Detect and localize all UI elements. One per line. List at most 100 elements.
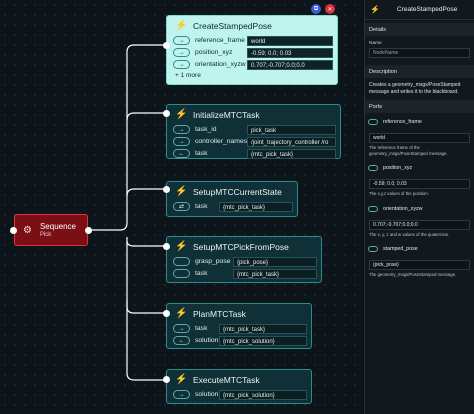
port-in-icon <box>368 205 378 212</box>
wire-to-current <box>126 188 167 197</box>
sidebar-port-stamped-pose: stamped_pose <box>365 246 474 252</box>
bolt-icon: ⚡ <box>175 374 188 385</box>
properties-sidebar: ⚡ CreateStampedPose Details Name NodeNam… <box>364 0 474 414</box>
port-task[interactable]: ← task {mtc_pick_task} <box>167 148 340 159</box>
port-value-field[interactable]: 0.707;-0.707;0.0;0.0 <box>247 59 333 70</box>
name-input[interactable]: NodeName <box>369 48 470 58</box>
init-input-handle[interactable] <box>163 110 170 117</box>
current-input-handle[interactable] <box>163 186 170 193</box>
port-empty-icon <box>173 269 190 278</box>
bolt-icon: ⚡ <box>370 5 380 14</box>
wire-to-create <box>91 44 167 231</box>
port-name: task <box>195 150 208 157</box>
port-task[interactable]: task {mtc_pick_task} <box>167 268 321 279</box>
node-header: ⚡ CreateStampedPose <box>167 16 337 35</box>
bolt-icon: ⚡ <box>175 109 188 120</box>
behavior-tree-canvas[interactable]: ⚙ Sequence Pick ⚡ CreateStampedPose → re… <box>0 0 364 414</box>
node-create-stamped-pose[interactable]: ⚡ CreateStampedPose → reference_frame wo… <box>166 15 338 85</box>
sidebar-port-name: stamped_pose <box>383 246 418 252</box>
node-plan-mtc-task[interactable]: ⚡ PlanMTCTask → task {mtc_pick_task} ← s… <box>166 303 312 349</box>
port-out-icon: ← <box>173 336 190 345</box>
port-solution[interactable]: → solution {mtc_pick_solution} <box>167 389 311 400</box>
port-grasp-pose[interactable]: grasp_pose {pick_pose} <box>167 256 321 267</box>
port-out-icon: ← <box>173 149 190 158</box>
node-title: InitializeMTCTask <box>193 109 260 120</box>
port-value-field[interactable]: world <box>247 35 333 46</box>
port-name: task_id <box>195 126 217 133</box>
sidebar-port-value-input[interactable]: {pick_pose} <box>369 260 470 270</box>
wire-to-init <box>126 112 167 121</box>
sidebar-header: ⚡ CreateStampedPose <box>365 0 474 20</box>
ports-section-header[interactable]: Ports <box>365 100 474 113</box>
port-value-field[interactable]: {mtc_pick_solution} <box>219 335 307 346</box>
port-empty-icon <box>173 257 190 266</box>
sequence-output-handle[interactable] <box>85 227 92 234</box>
port-name: position_xyz <box>195 49 233 56</box>
port-task[interactable]: ⇄ task {mtc_pick_task} <box>167 201 297 212</box>
node-title: ExecuteMTCTask <box>193 374 260 385</box>
node-header: ⚡ PlanMTCTask <box>167 304 311 323</box>
create-input-handle[interactable] <box>163 42 170 49</box>
pickfrom-input-handle[interactable] <box>163 243 170 250</box>
port-name: task <box>195 270 208 277</box>
port-in-icon: → <box>173 137 190 146</box>
node-header: ⚡ InitializeMTCTask <box>167 105 340 124</box>
port-reference-frame[interactable]: → reference_frame world <box>167 35 337 46</box>
details-section-header[interactable]: Details <box>365 23 474 36</box>
port-value-field[interactable]: /joint_trajectory_controller /ro <box>247 136 336 147</box>
port-value-field[interactable]: {mtc_pick_solution} <box>219 389 307 400</box>
port-controller-names[interactable]: → controller_names /joint_trajectory_con… <box>167 136 340 147</box>
port-in-icon: → <box>173 48 190 57</box>
node-setup-mtc-current-state[interactable]: ⚡ SetupMTCCurrentState ⇄ task {mtc_pick_… <box>166 181 298 217</box>
description-section-header[interactable]: Description <box>365 65 474 78</box>
sidebar-port-description: The x, y, z and w values of the quaterni… <box>369 231 450 237</box>
node-initialize-mtc-task[interactable]: ⚡ InitializeMTCTask → task_id pick_task … <box>166 104 341 159</box>
node-header: ⚡ ExecuteMTCTask <box>167 370 311 389</box>
port-in-icon: → <box>173 125 190 134</box>
port-orientation-xyzw[interactable]: → orientation_xyzw 0.707;-0.707;0.0;0.0 <box>167 59 337 70</box>
delete-icon[interactable]: ✕ <box>325 4 335 14</box>
bolt-icon: ⚡ <box>175 241 188 252</box>
sequence-node[interactable]: ⚙ Sequence Pick <box>14 214 88 246</box>
port-value-field[interactable]: pick_task <box>247 124 336 135</box>
sequence-title: Sequence <box>39 222 76 231</box>
node-title: PlanMTCTask <box>193 308 246 319</box>
node-setup-mtc-pick-from-pose[interactable]: ⚡ SetupMTCPickFromPose grasp_pose {pick_… <box>166 236 322 283</box>
sequence-input-handle[interactable] <box>10 227 17 234</box>
execute-input-handle[interactable] <box>163 376 170 383</box>
port-solution[interactable]: ← solution {mtc_pick_solution} <box>167 335 311 346</box>
sidebar-port-reference-frame: reference_frame <box>365 119 474 125</box>
sidebar-port-name: position_xyz <box>383 165 413 171</box>
more-ports-link[interactable]: + 1 more <box>167 72 337 79</box>
port-value-field[interactable]: {mtc_pick_task} <box>219 323 307 334</box>
port-value-field[interactable]: -0.59; 0.0; 0.03 <box>247 47 333 58</box>
port-inout-icon: ⇄ <box>173 202 190 211</box>
port-in-icon: → <box>173 36 190 45</box>
node-header: ⚡ SetupMTCPickFromPose <box>167 237 321 256</box>
port-in-icon <box>368 119 378 125</box>
port-position-xyz[interactable]: → position_xyz -0.59; 0.0; 0.03 <box>167 47 337 58</box>
description-text: Creates a geometry_msgs/PoseStamped mess… <box>369 82 461 95</box>
port-name: task <box>195 203 208 210</box>
sidebar-port-description: The reference frame of the geometry_msgs… <box>369 145 448 156</box>
port-value-field[interactable]: {mtc_pick_task} <box>233 268 317 279</box>
sidebar-port-value-input[interactable]: -0.59; 0.0; 0.03 <box>369 179 470 189</box>
sidebar-port-name: orientation_xyzw <box>383 205 423 212</box>
sidebar-port-orientation-xyzw: orientation_xyzw <box>365 205 474 212</box>
port-task-id[interactable]: → task_id pick_task <box>167 124 340 135</box>
port-task[interactable]: → task {mtc_pick_task} <box>167 323 311 334</box>
plan-input-handle[interactable] <box>163 310 170 317</box>
sidebar-port-value-input[interactable]: world <box>369 133 470 143</box>
port-value-field[interactable]: {mtc_pick_task} <box>219 201 293 212</box>
port-name: reference_frame <box>195 37 245 44</box>
node-header: ⚡ SetupMTCCurrentState <box>167 182 297 201</box>
port-name: solution <box>195 337 219 344</box>
node-execute-mtc-task[interactable]: ⚡ ExecuteMTCTask → solution {mtc_pick_so… <box>166 369 312 404</box>
copy-icon[interactable]: ⧉ <box>311 4 321 14</box>
sidebar-title: CreateStampedPose <box>397 6 458 13</box>
sidebar-port-value-input[interactable]: 0.707;-0.707;0.0;0.0 <box>369 219 470 230</box>
port-value-field[interactable]: {mtc_pick_task} <box>247 148 336 159</box>
port-value-field[interactable]: {pick_pose} <box>233 256 317 267</box>
bolt-icon: ⚡ <box>175 186 188 197</box>
port-in-icon <box>368 165 378 171</box>
